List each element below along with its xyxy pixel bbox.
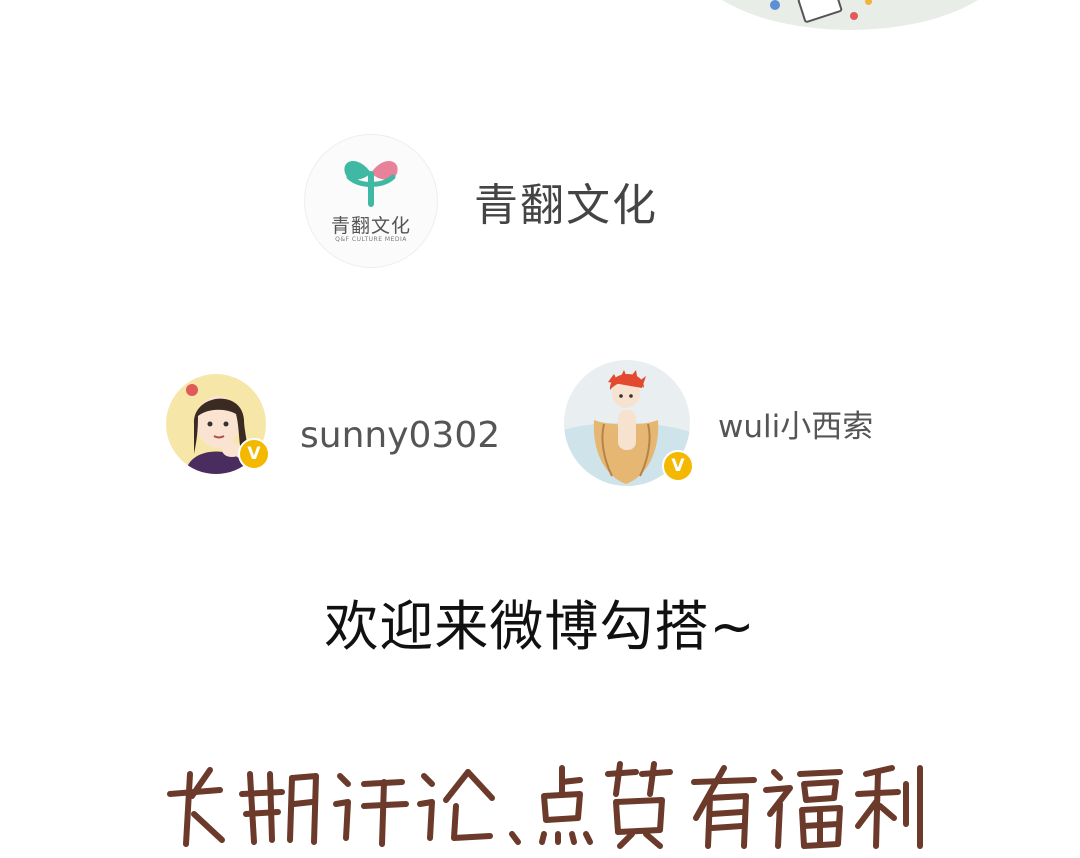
logo-chinese-text: 青翻文化 [330, 215, 411, 237]
brand-leaf-icon [344, 160, 398, 207]
brand-row[interactable]: 青翻文化 Q&F CULTURE MEDIA 青翻文化 [304, 134, 658, 268]
verified-badge: V [238, 438, 270, 470]
brand-name[interactable]: 青翻文化 [474, 169, 658, 233]
corner-illustration [690, 0, 1010, 30]
logo-english-text: Q&F CULTURE MEDIA [335, 236, 407, 243]
avatar[interactable]: V [166, 374, 270, 474]
dot-doodle-icon [850, 12, 858, 20]
brand-logo[interactable]: 青翻文化 Q&F CULTURE MEDIA [304, 134, 438, 268]
handwritten-text-graphic [167, 761, 923, 849]
dot-doodle-icon [865, 0, 872, 5]
welcome-text: 欢迎来微博勾搭~ [324, 595, 756, 658]
card-doodle-icon [796, 0, 844, 24]
username[interactable]: wuli小西索 [718, 401, 873, 446]
avatar[interactable]: V [564, 360, 694, 486]
username[interactable]: sunny0302 [300, 415, 500, 456]
handwritten-banner [150, 754, 930, 854]
user-card-wuli[interactable]: V wuli小西索 [564, 360, 873, 486]
verified-badge: V [662, 450, 694, 482]
dot-doodle-icon [770, 0, 780, 10]
user-card-sunny0302[interactable]: V sunny0302 [166, 374, 500, 474]
